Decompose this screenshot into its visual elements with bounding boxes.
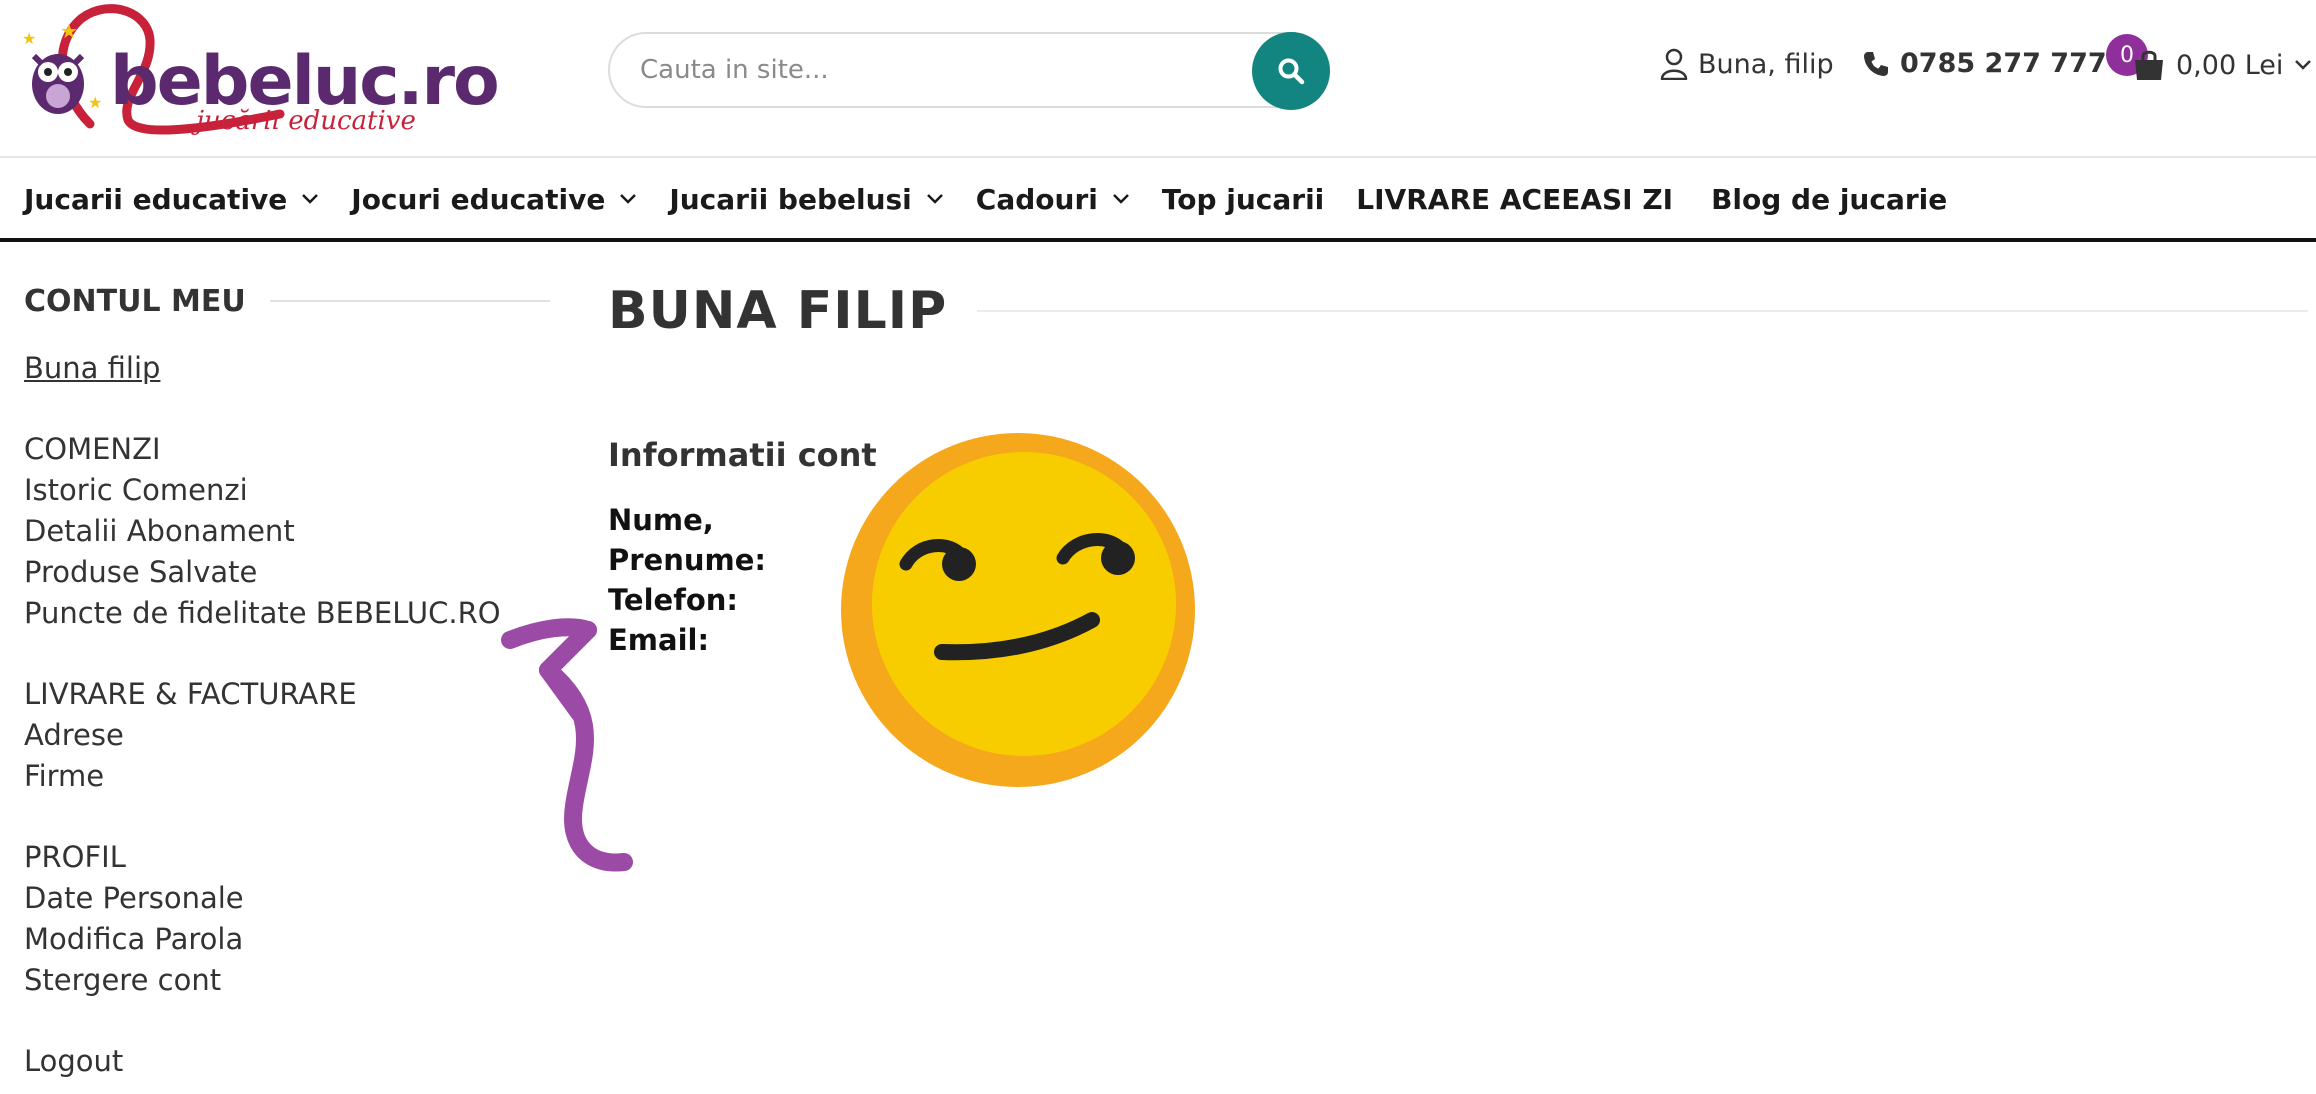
nav-item-blog-de-jucarie[interactable]: Blog de jucarie <box>1711 183 1947 216</box>
nav-item-label: Blog de jucarie <box>1711 182 1948 216</box>
smirk-emoji-icon <box>841 433 1195 787</box>
sidebar-group-logout: Logout <box>24 1041 550 1082</box>
nav-item-livrare-aceeasi-zi[interactable]: LIVRARE ACEEASI ZI <box>1356 183 1673 216</box>
cart-total: 0,00 Lei <box>2176 49 2284 81</box>
sidebar-item-detalii-abonament[interactable]: Detalii Abonament <box>24 511 550 552</box>
arrow-annotation-icon <box>501 618 633 872</box>
logo-tagline: jucării educative <box>196 106 416 136</box>
page-title: BUNA FILIP <box>608 281 948 341</box>
field-prenume: Prenume: <box>608 543 766 577</box>
shopping-bag-icon <box>2135 50 2163 80</box>
main-nav: Jucarii educative Jocuri educative Jucar… <box>0 160 2316 242</box>
account-info-heading: Informatii cont <box>608 436 877 474</box>
sidebar-title: CONTUL MEU <box>24 283 246 319</box>
phone-number: 0785 277 777 <box>1900 48 2107 79</box>
site-logo[interactable]: ★ ★ ★ bebeluc.ro jucării educative <box>20 4 500 144</box>
nav-item-label: Jucarii educative <box>24 182 288 216</box>
sidebar-header: CONTUL MEU <box>24 276 550 326</box>
nav-item-cadouri[interactable]: Cadouri <box>976 183 1130 216</box>
user-icon <box>1660 48 1688 80</box>
sidebar-greeting-link[interactable]: Buna filip <box>24 348 550 389</box>
title-divider <box>977 310 2308 312</box>
nav-item-label: Cadouri <box>975 182 1098 216</box>
nav-item-label: Top jucarii <box>1161 182 1325 216</box>
nav-item-top-jucarii[interactable]: Top jucarii <box>1162 183 1324 216</box>
nav-item-label: LIVRARE ACEEASI ZI <box>1356 182 1674 216</box>
nav-item-jucarii-educative[interactable]: Jucarii educative <box>24 183 319 216</box>
nav-item-jocuri-educative[interactable]: Jocuri educative <box>351 183 637 216</box>
nav-item-label: Jocuri educative <box>351 182 606 216</box>
cart-link[interactable]: 0,00 Lei <box>2132 48 2313 82</box>
svg-text:★: ★ <box>88 93 102 112</box>
search-button[interactable] <box>1252 32 1330 110</box>
sidebar-group-comenzi: COMENZI Istoric Comenzi Detalii Abonamen… <box>24 429 550 634</box>
site-header: ★ ★ ★ bebeluc.ro jucării educative Buna,… <box>0 0 2316 158</box>
search-input[interactable] <box>640 48 1200 92</box>
chevron-down-icon <box>1112 194 1129 204</box>
sidebar-item-logout[interactable]: Logout <box>24 1041 550 1082</box>
user-greeting: Buna, filip <box>1698 48 1834 80</box>
phone-icon <box>1864 51 1888 76</box>
account-main: BUNA FILIP Informatii cont Nume, Prenume… <box>608 278 2308 657</box>
search-bar <box>608 32 1330 110</box>
chevron-down-icon <box>926 194 943 204</box>
sidebar-item-stergere-cont[interactable]: Stergere cont <box>24 960 550 1001</box>
chevron-down-icon <box>620 194 637 204</box>
sidebar-item-modifica-parola[interactable]: Modifica Parola <box>24 919 550 960</box>
account-link[interactable]: Buna, filip <box>1660 48 1834 80</box>
sidebar-item-produse-salvate[interactable]: Produse Salvate <box>24 552 550 593</box>
phone-link[interactable]: 0785 277 777 <box>1862 48 2107 79</box>
field-nume: Nume, <box>608 503 714 537</box>
chevron-down-icon <box>302 194 319 204</box>
sidebar-divider <box>269 300 550 302</box>
nav-item-label: Jucarii bebelusi <box>669 182 912 216</box>
nav-item-jucarii-bebelusi[interactable]: Jucarii bebelusi <box>669 183 943 216</box>
sidebar-item-date-personale[interactable]: Date Personale <box>24 878 550 919</box>
page-title-row: BUNA FILIP <box>608 278 2308 344</box>
search-icon <box>1278 58 1305 85</box>
chevron-down-icon <box>2295 60 2312 70</box>
sidebar-heading-comenzi: COMENZI <box>24 432 161 466</box>
svg-text:★: ★ <box>22 29 36 48</box>
svg-text:★: ★ <box>60 19 78 43</box>
sidebar-item-istoric-comenzi[interactable]: Istoric Comenzi <box>24 470 550 511</box>
